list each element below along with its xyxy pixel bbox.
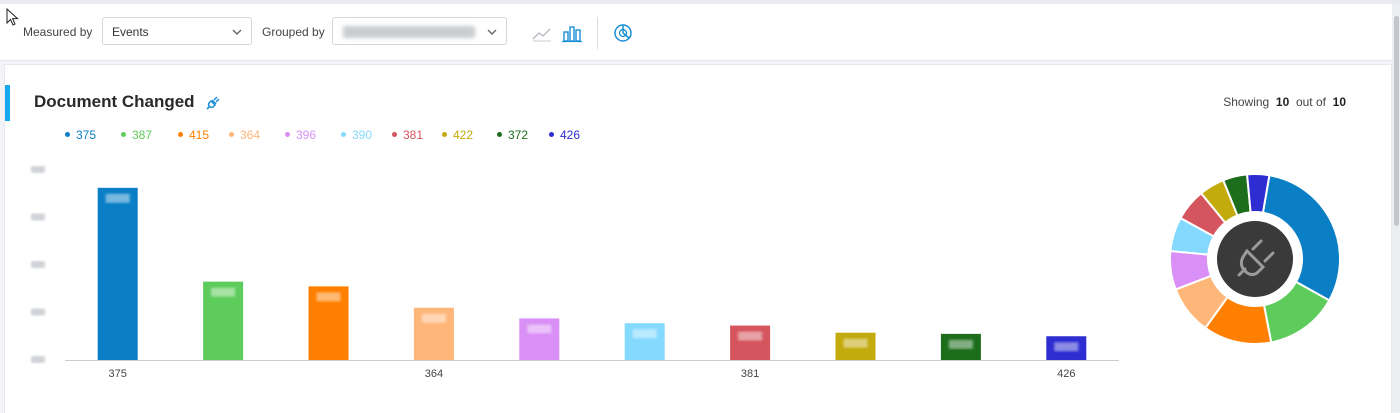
showing-count-text: Showing 10 out of 10 [1223,95,1346,109]
bar-data-label [527,324,552,334]
grouped-by-value-redacted [343,26,475,38]
bar-chart: 375 364 381 426 [31,166,1119,380]
bar-390[interactable] [624,323,665,360]
grouped-by-label: Grouped by [262,25,325,39]
mouse-cursor-icon [6,8,19,26]
toolbar-divider [597,17,598,49]
chevron-down-icon [232,29,242,35]
page-scrollbar-thumb[interactable] [1394,16,1399,226]
measured-by-label: Measured by [23,25,93,39]
x-tick-label: 426 [1057,368,1075,380]
pie-chart-icon[interactable] [612,23,634,43]
chevron-down-icon [487,29,497,35]
bar-data-label [738,331,763,341]
bar-data-label [843,338,868,348]
bar-chart-icon[interactable] [561,23,583,43]
showing-count: 10 [1275,95,1290,109]
bar-data-label [316,292,341,302]
chart-card: Document Changed Showing 10 out of 10 37… [4,64,1392,413]
y-tick-label [31,166,45,173]
bar-data-label [1054,342,1079,352]
showing-total: 10 [1332,95,1346,109]
y-tick-label [31,308,45,316]
showing-mid: out of [1295,95,1326,109]
toolbar: Measured by Events Grouped by [0,4,1392,61]
y-tick-label [31,213,45,221]
bar-data-label [421,313,446,323]
line-chart-icon[interactable] [531,23,553,43]
y-tick-label [31,356,45,363]
donut-chart [1169,173,1341,345]
x-tick-label: 381 [741,368,759,380]
bar-381[interactable] [730,325,771,360]
bar-data-label [632,329,657,339]
x-tick-label: 364 [425,368,443,380]
bar-data-label [948,339,973,349]
grouped-by-select[interactable] [332,17,507,45]
bar-data-label [105,193,130,203]
bar-375[interactable] [97,187,138,360]
bar-data-label [211,287,236,297]
y-tick-label [31,261,45,268]
showing-prefix: Showing [1223,95,1270,109]
measured-by-select[interactable]: Events [102,17,252,45]
measured-by-value: Events [112,25,149,39]
x-tick-label: 375 [109,368,127,380]
